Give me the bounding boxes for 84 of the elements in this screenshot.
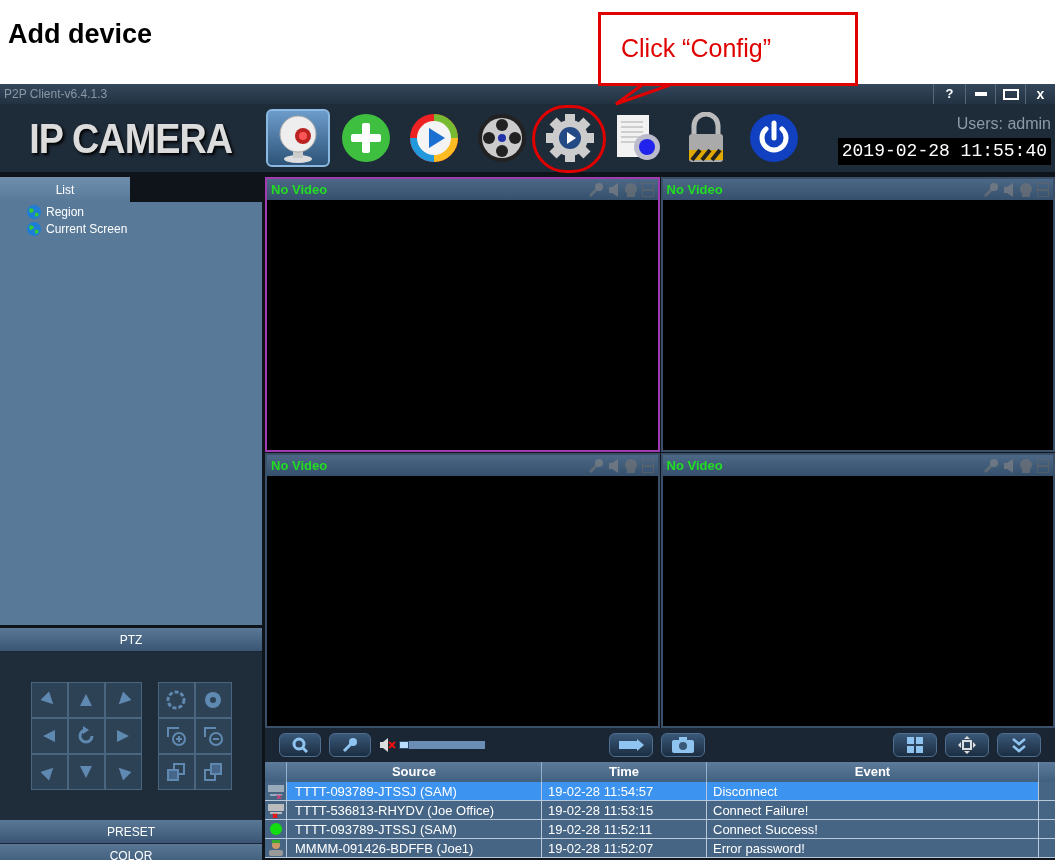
move-arrows-icon xyxy=(958,736,976,754)
user-icon xyxy=(266,840,285,856)
video-status: No Video xyxy=(271,180,328,199)
table-cell: 19-02-28 11:54:57 xyxy=(542,782,707,800)
section-header[interactable]: COLOR xyxy=(0,844,262,860)
maximize-icon xyxy=(1002,88,1019,100)
event-row[interactable]: MMMM-091426-BDFFB (Joe1) 19-02-28 11:52:07 Error password! xyxy=(265,839,1055,858)
list-tab[interactable]: List xyxy=(0,177,130,202)
video-camera-icon xyxy=(617,738,645,752)
plus-icon xyxy=(341,113,391,163)
table-cell: TTTT-093789-JTSSJ (SAM) xyxy=(287,782,542,800)
globe-icon xyxy=(26,203,42,220)
event-row[interactable]: TTTT-536813-RHYDV (Joe Office) 19-02-28 11:53:15 Connect Failure! xyxy=(265,801,1055,820)
ptz-button[interactable] xyxy=(104,754,142,790)
monitor-icon xyxy=(266,783,285,799)
snapshot-button[interactable] xyxy=(661,733,705,757)
date-time: 2019-02-28 11:55:40 xyxy=(837,137,1051,165)
power-icon xyxy=(749,113,799,163)
window-title: P2P Client-v6.4.1.3 xyxy=(4,86,108,103)
microphone-icon xyxy=(342,737,358,753)
current-user: Users: admin xyxy=(956,113,1051,134)
squares-icon xyxy=(202,761,224,783)
triangle-arrow-icon xyxy=(78,692,94,708)
ptz-button[interactable] xyxy=(30,754,68,790)
magnifier-icon xyxy=(292,737,308,753)
table-cell: MMMM-091426-BDFFB (Joe1) xyxy=(287,839,542,857)
fullscreen-button[interactable] xyxy=(945,733,989,757)
table-cell: 19-02-28 11:53:15 xyxy=(542,801,707,819)
ptz-button[interactable] xyxy=(67,754,105,790)
table-cell: 19-02-28 11:52:07 xyxy=(542,839,707,857)
muted-speaker-icon[interactable] xyxy=(379,737,397,753)
ptz-button[interactable] xyxy=(104,682,142,718)
triangle-arrow-icon xyxy=(78,764,94,780)
ptz-button[interactable] xyxy=(157,754,195,790)
globe-icon xyxy=(26,220,42,237)
zoom-button[interactable] xyxy=(279,733,321,757)
play-icon xyxy=(409,113,459,163)
minimize-icon xyxy=(974,92,987,96)
triangle-arrow-icon xyxy=(41,728,57,744)
table-cell: TTTT-093789-JTSSJ (SAM) xyxy=(287,820,542,838)
triangle-arrow-icon xyxy=(115,728,131,744)
page-heading: Add device xyxy=(8,18,153,51)
video-status: No Video xyxy=(666,456,723,475)
talk-button[interactable] xyxy=(329,733,371,757)
callout-text: Click “Config” xyxy=(621,33,772,65)
tree-item[interactable]: Current Screen xyxy=(26,220,262,237)
event-row[interactable]: TTTT-093789-JTSSJ (SAM) 19-02-28 11:52:11 Connect Success! xyxy=(265,820,1055,839)
ptz-button[interactable] xyxy=(194,754,232,790)
video-status: No Video xyxy=(271,456,328,475)
video-status: No Video xyxy=(666,180,723,199)
padlock-icon xyxy=(686,112,726,164)
double-chevron-icon xyxy=(1011,737,1027,753)
ptz-button[interactable] xyxy=(194,682,232,718)
volume-slider[interactable] xyxy=(399,741,485,749)
gear-icon xyxy=(545,113,595,163)
ptz-button[interactable] xyxy=(104,718,142,754)
ptz-button[interactable] xyxy=(157,682,195,718)
ptz-button[interactable] xyxy=(30,718,68,754)
zoom-in-icon xyxy=(165,725,187,747)
ptz-button[interactable] xyxy=(157,718,195,754)
app-logo: IP CAMERA xyxy=(29,113,233,164)
ptz-button[interactable] xyxy=(194,718,232,754)
event-row[interactable]: TTTT-093789-JTSSJ (SAM) 19-02-28 11:54:57 Disconnect xyxy=(265,782,1055,801)
monitor-error-icon xyxy=(266,802,285,818)
layout-button[interactable] xyxy=(893,733,937,757)
section-header[interactable]: PRESET xyxy=(0,820,262,844)
ptz-button[interactable] xyxy=(67,682,105,718)
grid-icon xyxy=(907,737,923,753)
camera-icon xyxy=(671,737,695,753)
aperture-icon xyxy=(202,689,224,711)
collapse-button[interactable] xyxy=(997,733,1041,757)
table-cell: 19-02-28 11:52:11 xyxy=(542,820,707,838)
ptz-button[interactable] xyxy=(67,718,105,754)
zoom-out-icon xyxy=(202,725,224,747)
record-button[interactable] xyxy=(609,733,653,757)
aperture-icon xyxy=(165,689,187,711)
film-reel-icon xyxy=(477,113,527,163)
ptz-button[interactable] xyxy=(30,682,68,718)
tree-item[interactable]: Region xyxy=(26,203,262,220)
toolbar-button[interactable] xyxy=(266,109,330,167)
squares-icon xyxy=(165,761,187,783)
status-dot-icon xyxy=(268,822,283,836)
section-header[interactable]: PTZ xyxy=(0,628,262,652)
table-cell: TTTT-536813-RHYDV (Joe Office) xyxy=(287,801,542,819)
